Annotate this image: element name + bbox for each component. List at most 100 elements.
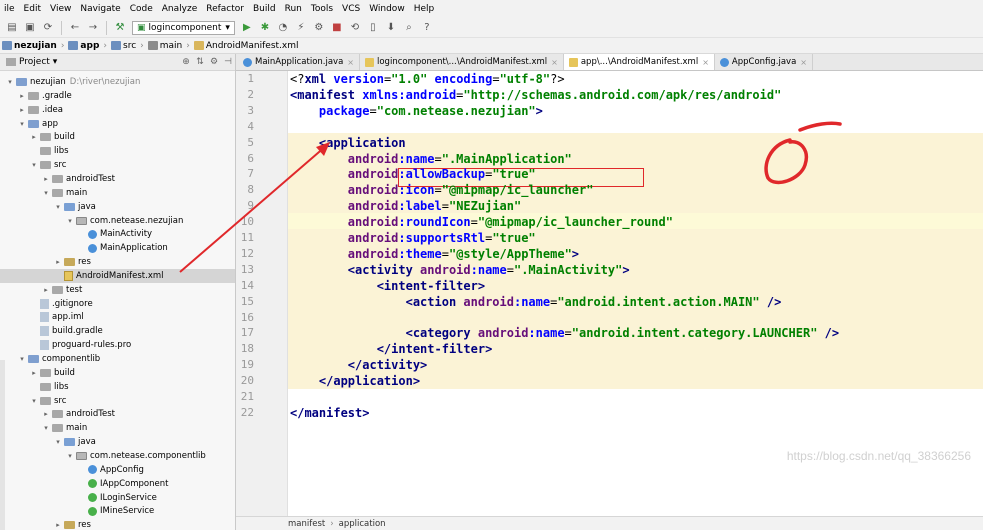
status-crumb-manifest[interactable]: manifest — [288, 519, 325, 529]
chevron-down-icon[interactable]: ▾ — [42, 424, 50, 432]
gear-icon[interactable]: ⚙ — [207, 57, 221, 67]
chevron-down-icon[interactable]: ▾ — [42, 189, 50, 197]
tree-item[interactable]: ▾ com.netease.componentlib — [0, 449, 235, 463]
tree-item[interactable]: ▾ app — [0, 117, 235, 131]
chevron-right-icon[interactable]: ▸ — [42, 410, 50, 418]
tree-item[interactable]: libs — [0, 144, 235, 158]
editor-tab[interactable]: MainApplication.java × — [238, 54, 360, 70]
tree-item[interactable]: ▾ main — [0, 186, 235, 200]
menu-item-build[interactable]: Build — [253, 4, 276, 14]
chevron-right-icon[interactable]: ▸ — [30, 369, 38, 377]
editor-tab[interactable]: app\...\AndroidManifest.xml × — [563, 54, 715, 70]
menu-item-analyze[interactable]: Analyze — [162, 4, 197, 14]
breadcrumb-item[interactable]: nezujian › — [2, 41, 64, 51]
menu-item-window[interactable]: Window — [369, 4, 405, 14]
scroll-from-source-icon[interactable]: ⊕ — [179, 57, 193, 67]
editor-tab[interactable]: logincomponent\...\AndroidManifest.xml × — [360, 54, 564, 70]
collapse-all-icon[interactable]: ⇅ — [193, 57, 207, 67]
chevron-down-icon[interactable]: ▾ — [54, 203, 62, 211]
run-config-select[interactable]: ▣ logincomponent ▾ — [132, 20, 235, 35]
tree-item[interactable]: libs — [0, 380, 235, 394]
chevron-down-icon[interactable]: ▾ — [30, 397, 38, 405]
menu-item-run[interactable]: Run — [285, 4, 302, 14]
tree-item[interactable]: ILoginService — [0, 491, 235, 505]
breadcrumb-item[interactable]: src › — [111, 41, 144, 51]
tree-item[interactable]: IMineService — [0, 504, 235, 518]
tree-item[interactable]: ▾ src — [0, 158, 235, 172]
help-icon[interactable]: ? — [421, 22, 433, 34]
tree-item[interactable]: ▸ androidTest — [0, 172, 235, 186]
chevron-right-icon[interactable]: ▸ — [54, 521, 62, 529]
tree-item[interactable]: MainApplication — [0, 241, 235, 255]
project-view-selector[interactable]: Project — [19, 57, 50, 67]
tree-item[interactable]: ▸ res — [0, 255, 235, 269]
chevron-down-icon[interactable]: ▾ — [66, 217, 74, 225]
chevron-down-icon[interactable]: ▾ — [30, 161, 38, 169]
tree-item[interactable]: ▾ main — [0, 421, 235, 435]
search-icon[interactable]: ⌕ — [403, 22, 415, 34]
open-icon[interactable]: ▤ — [6, 22, 18, 34]
menu-item-refactor[interactable]: Refactor — [206, 4, 244, 14]
sync-icon[interactable]: ⟳ — [42, 22, 54, 34]
tree-item[interactable]: ▸ .idea — [0, 103, 235, 117]
tree-item[interactable]: AndroidManifest.xml — [0, 268, 235, 283]
chevron-down-icon[interactable]: ▾ — [54, 438, 62, 446]
run-icon[interactable]: ▶ — [241, 22, 253, 34]
menu-item-view[interactable]: View — [50, 4, 71, 14]
close-icon[interactable]: × — [551, 58, 558, 67]
menu-item-navigate[interactable]: Navigate — [80, 4, 120, 14]
tree-item[interactable]: ▾ com.netease.nezujian — [0, 214, 235, 228]
tree-item[interactable]: ▸ build — [0, 366, 235, 380]
make-icon[interactable]: ⚒ — [114, 22, 126, 34]
chevron-down-icon[interactable]: ▾ — [66, 452, 74, 460]
tree-item[interactable]: ▾ src — [0, 394, 235, 408]
attach-debugger-icon[interactable]: ⚙ — [313, 22, 325, 34]
chevron-right-icon[interactable]: ▸ — [42, 286, 50, 294]
save-icon[interactable]: ▣ — [24, 22, 36, 34]
menu-item-help[interactable]: Help — [414, 4, 435, 14]
chevron-down-icon[interactable]: ▾ — [6, 78, 14, 86]
tree-item[interactable]: .gitignore — [0, 297, 235, 311]
back-icon[interactable]: ← — [69, 22, 81, 34]
menu-item-tools[interactable]: Tools — [311, 4, 333, 14]
chevron-right-icon[interactable]: ▸ — [30, 133, 38, 141]
breadcrumb-item[interactable]: app › — [68, 41, 107, 51]
tree-item[interactable]: MainActivity — [0, 227, 235, 241]
menu-item-ile[interactable]: ile — [4, 4, 15, 14]
close-icon[interactable]: × — [702, 58, 709, 67]
tree-item[interactable]: ▸ test — [0, 283, 235, 297]
apply-changes-icon[interactable]: ⚡ — [295, 22, 307, 34]
tree-item[interactable]: ▾ componentlib — [0, 352, 235, 366]
tree-item[interactable]: ▸ .gradle — [0, 89, 235, 103]
debug-icon[interactable]: ✱ — [259, 22, 271, 34]
chevron-right-icon[interactable]: ▸ — [42, 175, 50, 183]
tree-item[interactable]: proguard-rules.pro — [0, 338, 235, 352]
chevron-down-icon[interactable]: ▾ — [18, 355, 26, 363]
tree-item[interactable]: ▾ java — [0, 435, 235, 449]
tree-item[interactable]: AppConfig — [0, 463, 235, 477]
menu-item-code[interactable]: Code — [130, 4, 153, 14]
stop-icon[interactable]: ■ — [331, 22, 343, 34]
tree-item[interactable]: IAppComponent — [0, 477, 235, 491]
profile-icon[interactable]: ◔ — [277, 22, 289, 34]
sdk-manager-icon[interactable]: ⬇ — [385, 22, 397, 34]
avd-manager-icon[interactable]: ▯ — [367, 22, 379, 34]
status-crumb-application[interactable]: application — [339, 519, 386, 529]
hide-panel-icon[interactable]: ⊣ — [221, 57, 235, 67]
chevron-right-icon[interactable]: ▸ — [54, 258, 62, 266]
close-icon[interactable]: × — [800, 58, 807, 67]
forward-icon[interactable]: → — [87, 22, 99, 34]
tree-item[interactable]: ▾ nezujian D:\river\nezujian — [0, 75, 235, 89]
sync-gradle-icon[interactable]: ⟲ — [349, 22, 361, 34]
menu-item-edit[interactable]: Edit — [24, 4, 41, 14]
menu-item-vcs[interactable]: VCS — [342, 4, 360, 14]
close-icon[interactable]: × — [347, 58, 354, 67]
breadcrumb-item[interactable]: AndroidManifest.xml — [193, 41, 299, 51]
tree-item[interactable]: build.gradle — [0, 324, 235, 338]
chevron-down-icon[interactable]: ▾ — [18, 120, 26, 128]
chevron-right-icon[interactable]: ▸ — [18, 92, 26, 100]
tree-item[interactable]: app.iml — [0, 310, 235, 324]
tree-item[interactable]: ▸ res — [0, 518, 235, 530]
tree-item[interactable]: ▾ java — [0, 200, 235, 214]
tree-item[interactable]: ▸ androidTest — [0, 407, 235, 421]
